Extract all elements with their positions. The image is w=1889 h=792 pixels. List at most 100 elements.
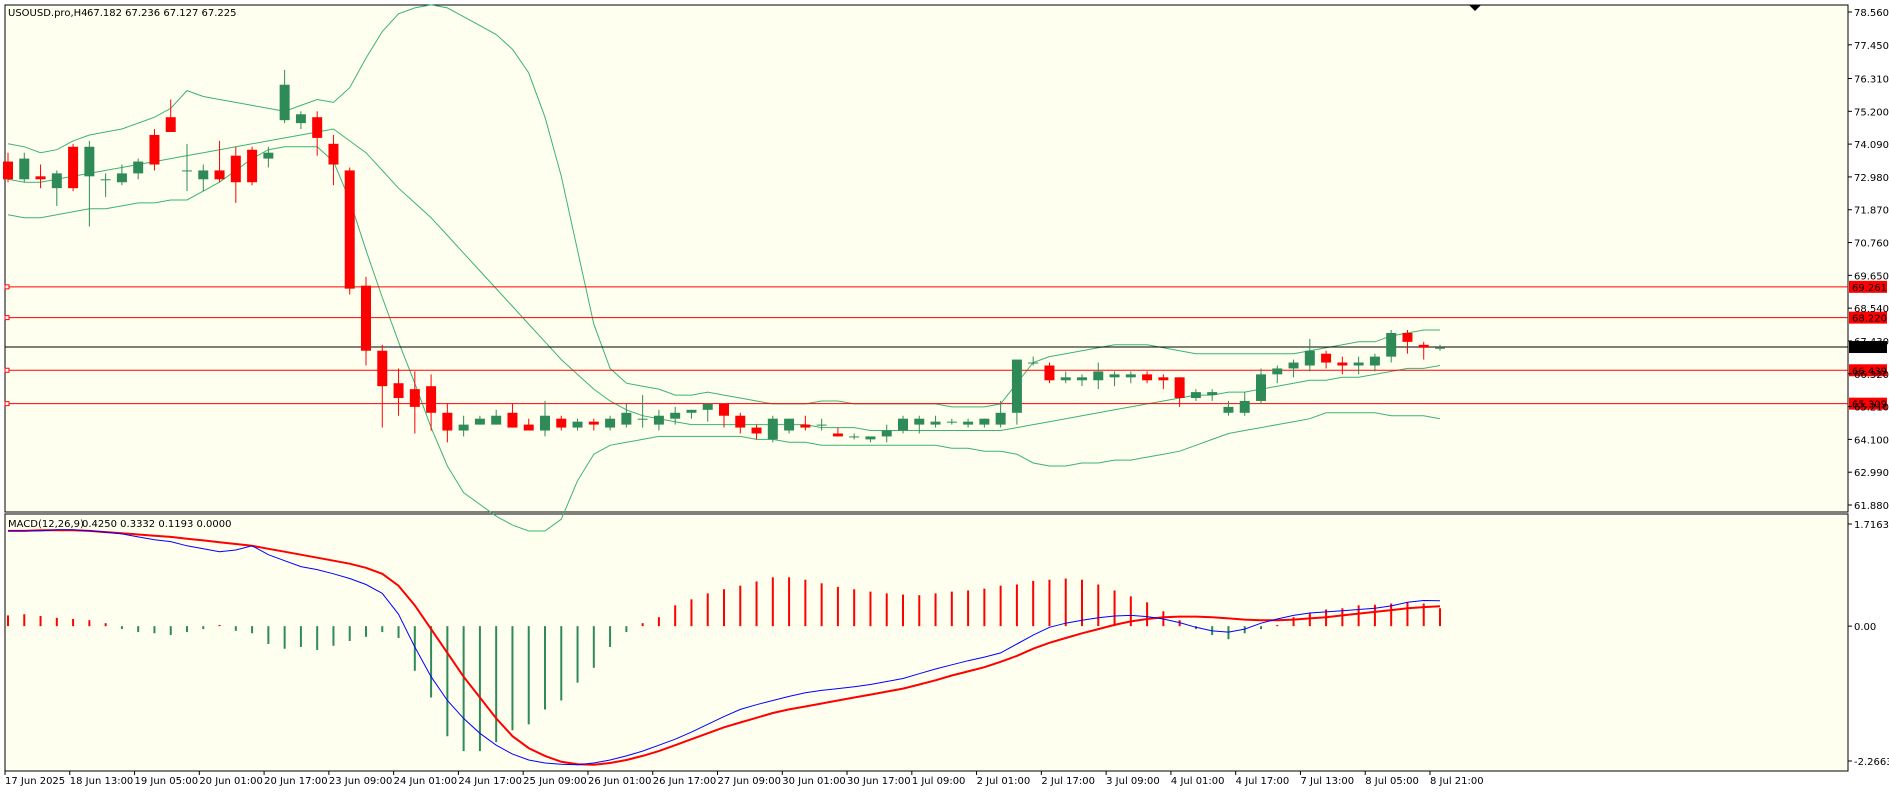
time-tick-label: 20 Jun 01:00: [199, 776, 263, 787]
candle-bear: [751, 427, 762, 434]
candle-bull: [816, 424, 827, 426]
price-tick-label: 62.990: [1854, 468, 1889, 479]
candle-bull: [1190, 392, 1201, 399]
candle-bull: [849, 436, 860, 438]
time-tick-label: 2 Jul 01:00: [977, 776, 1031, 787]
candle-bull: [653, 415, 664, 425]
price-tick-label: 70.760: [1854, 239, 1889, 250]
time-tick-label: 1 Jul 09:00: [912, 776, 966, 787]
candle-bear: [393, 383, 404, 399]
candle-bull: [1077, 377, 1087, 381]
candle-bear: [328, 143, 339, 165]
candle-bear: [1321, 353, 1332, 363]
candle-bear: [409, 389, 420, 407]
candle-bull: [84, 146, 95, 177]
candle-bull: [51, 173, 62, 189]
time-tick-label: 8 Jul 05:00: [1365, 776, 1419, 787]
candle-bull: [898, 418, 908, 431]
candle-bear: [1142, 374, 1153, 381]
candle-bull: [540, 415, 550, 431]
candle-bear: [230, 155, 241, 183]
candle-bull: [198, 170, 209, 180]
candle-bull: [1288, 362, 1299, 369]
time-tick-label: 18 Jun 13:00: [70, 776, 134, 787]
time-tick-label: 7 Jul 13:00: [1300, 776, 1354, 787]
candle-bull: [1223, 406, 1234, 413]
candle-bear: [442, 412, 453, 431]
level-handle[interactable]: [4, 401, 10, 407]
time-tick-label: 23 Jun 09:00: [329, 776, 393, 787]
candle-bull: [670, 412, 681, 419]
candle-bull: [881, 430, 892, 437]
candle-bear: [377, 350, 388, 387]
candle-bull: [1028, 362, 1039, 364]
macd-tick-label: 0.00: [1854, 622, 1876, 633]
price-pane[interactable]: [4, 4, 1849, 513]
candle-bull: [1239, 400, 1250, 413]
candle-bear: [1174, 377, 1185, 399]
candle-bull: [263, 152, 274, 159]
candle-bull: [995, 412, 1006, 425]
candle-bull: [767, 418, 778, 440]
price-tick-label: 72.980: [1854, 173, 1889, 184]
price-tick-label: 64.100: [1854, 435, 1889, 446]
candle-bull: [19, 158, 30, 180]
time-tick-label: 26 Jun 01:00: [588, 776, 652, 787]
level-price-label: 68.220: [1852, 314, 1887, 325]
macd-values: 0.4250 0.3332 0.1193 0.0000: [82, 519, 232, 530]
candle-bear: [426, 386, 437, 413]
candle-bear: [588, 421, 599, 425]
candle-bull: [784, 418, 795, 431]
time-tick-label: 24 Jun 01:00: [394, 776, 458, 787]
candle-bear: [247, 149, 258, 183]
candle-bull: [1386, 332, 1397, 357]
candle-bull: [1011, 359, 1022, 413]
candle-bear: [556, 418, 567, 428]
price-tick-label: 68.540: [1854, 304, 1889, 315]
candle-bull: [637, 418, 648, 420]
price-tick-label: 77.450: [1854, 41, 1889, 52]
level-handle[interactable]: [4, 315, 10, 321]
time-tick-label: 3 Jul 09:00: [1106, 776, 1160, 787]
candle-bear: [507, 412, 518, 428]
candle-bull: [458, 424, 469, 431]
macd-label: MACD(12,26,9): [8, 519, 84, 530]
price-tick-label: 74.090: [1854, 140, 1889, 151]
candle-bear: [1337, 362, 1348, 366]
time-tick-label: 8 Jul 21:00: [1430, 776, 1484, 787]
chart-header-ohlc: 67.182 67.236 67.127 67.225: [87, 8, 237, 19]
level-handle[interactable]: [4, 284, 10, 290]
candle-bull: [621, 412, 632, 425]
time-tick-label: 4 Jul 01:00: [1171, 776, 1225, 787]
macd-pane[interactable]: [4, 513, 1849, 772]
candle-bear: [1158, 377, 1169, 381]
candle-bull: [686, 409, 697, 413]
candle-bear: [800, 424, 811, 428]
candle-bear: [1418, 344, 1429, 348]
candle-bear: [523, 424, 534, 431]
chart-header-symbol: USOUSD.pro,H4: [8, 8, 88, 19]
candle-bull: [295, 114, 306, 124]
candle-bull: [182, 170, 192, 172]
time-tick-label: 17 Jun 2025: [5, 776, 65, 787]
price-tick-label: 69.650: [1854, 271, 1889, 282]
candle-bull: [1369, 356, 1380, 366]
candle-bull: [491, 415, 502, 425]
trading-chart[interactable]: 69.26168.22066.43965.30967.225 78.56077.…: [0, 0, 1889, 792]
price-tick-label: 67.430: [1854, 337, 1889, 348]
candle-bull: [1304, 350, 1315, 366]
candle-bear: [312, 117, 323, 138]
time-tick-label: 30 Jun 01:00: [782, 776, 846, 787]
time-tick-label: 4 Jul 17:00: [1236, 776, 1290, 787]
candle-bull: [279, 84, 290, 121]
candle-bear: [35, 176, 46, 180]
time-tick-label: 27 Jun 09:00: [718, 776, 782, 787]
price-tick-label: 65.210: [1854, 403, 1889, 414]
time-tick-label: 2 Jul 17:00: [1041, 776, 1095, 787]
level-handle[interactable]: [4, 367, 10, 373]
candle-bull: [605, 418, 616, 428]
macd-tick-label: 1.7163: [1854, 520, 1889, 531]
time-tick-label: 20 Jun 17:00: [264, 776, 328, 787]
price-tick-label: 78.560: [1854, 8, 1889, 19]
candle-bull: [133, 161, 144, 174]
